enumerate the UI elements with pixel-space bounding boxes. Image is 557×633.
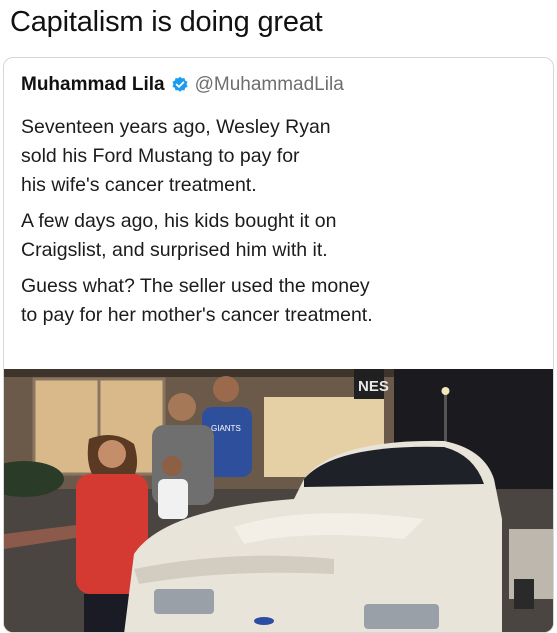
tweet-paragraph: Seventeen years ago, Wesley Ryan sold hi… bbox=[21, 113, 541, 200]
author-handle[interactable]: @MuhammadLila bbox=[195, 74, 344, 96]
tweet-header: Muhammad Lila @MuhammadLila bbox=[21, 74, 344, 96]
tweet-paragraph: A few days ago, his kids bought it on Cr… bbox=[21, 207, 541, 265]
meme-caption: Capitalism is doing great bbox=[10, 6, 323, 38]
headlight-left bbox=[154, 589, 214, 614]
tweet-line: Craigslist, and surprised him with it. bbox=[21, 239, 328, 261]
tweet-line: A few days ago, his kids bought it on bbox=[21, 210, 337, 232]
tweet-paragraph: Guess what? The seller used the money to… bbox=[21, 272, 541, 330]
author-name[interactable]: Muhammad Lila bbox=[21, 74, 165, 96]
verified-badge-icon bbox=[171, 76, 189, 94]
tweet-line: his wife's cancer treatment. bbox=[21, 174, 257, 196]
tweet-photo[interactable]: NES GIANTS bbox=[4, 369, 554, 633]
shirt-text: GIANTS bbox=[211, 424, 241, 433]
tweet-line: sold his Ford Mustang to pay for bbox=[21, 145, 300, 167]
tweet-line: Seventeen years ago, Wesley Ryan bbox=[21, 116, 331, 138]
tweet-line: Guess what? The seller used the money bbox=[21, 275, 370, 297]
tweet-card: Muhammad Lila @MuhammadLila Seventeen ye… bbox=[3, 57, 554, 633]
headlight-right bbox=[364, 604, 439, 629]
tweet-text: Seventeen years ago, Wesley Ryan sold hi… bbox=[21, 113, 541, 337]
store-sign: NES bbox=[358, 378, 389, 395]
tweet-line: to pay for her mother's cancer treatment… bbox=[21, 304, 373, 326]
